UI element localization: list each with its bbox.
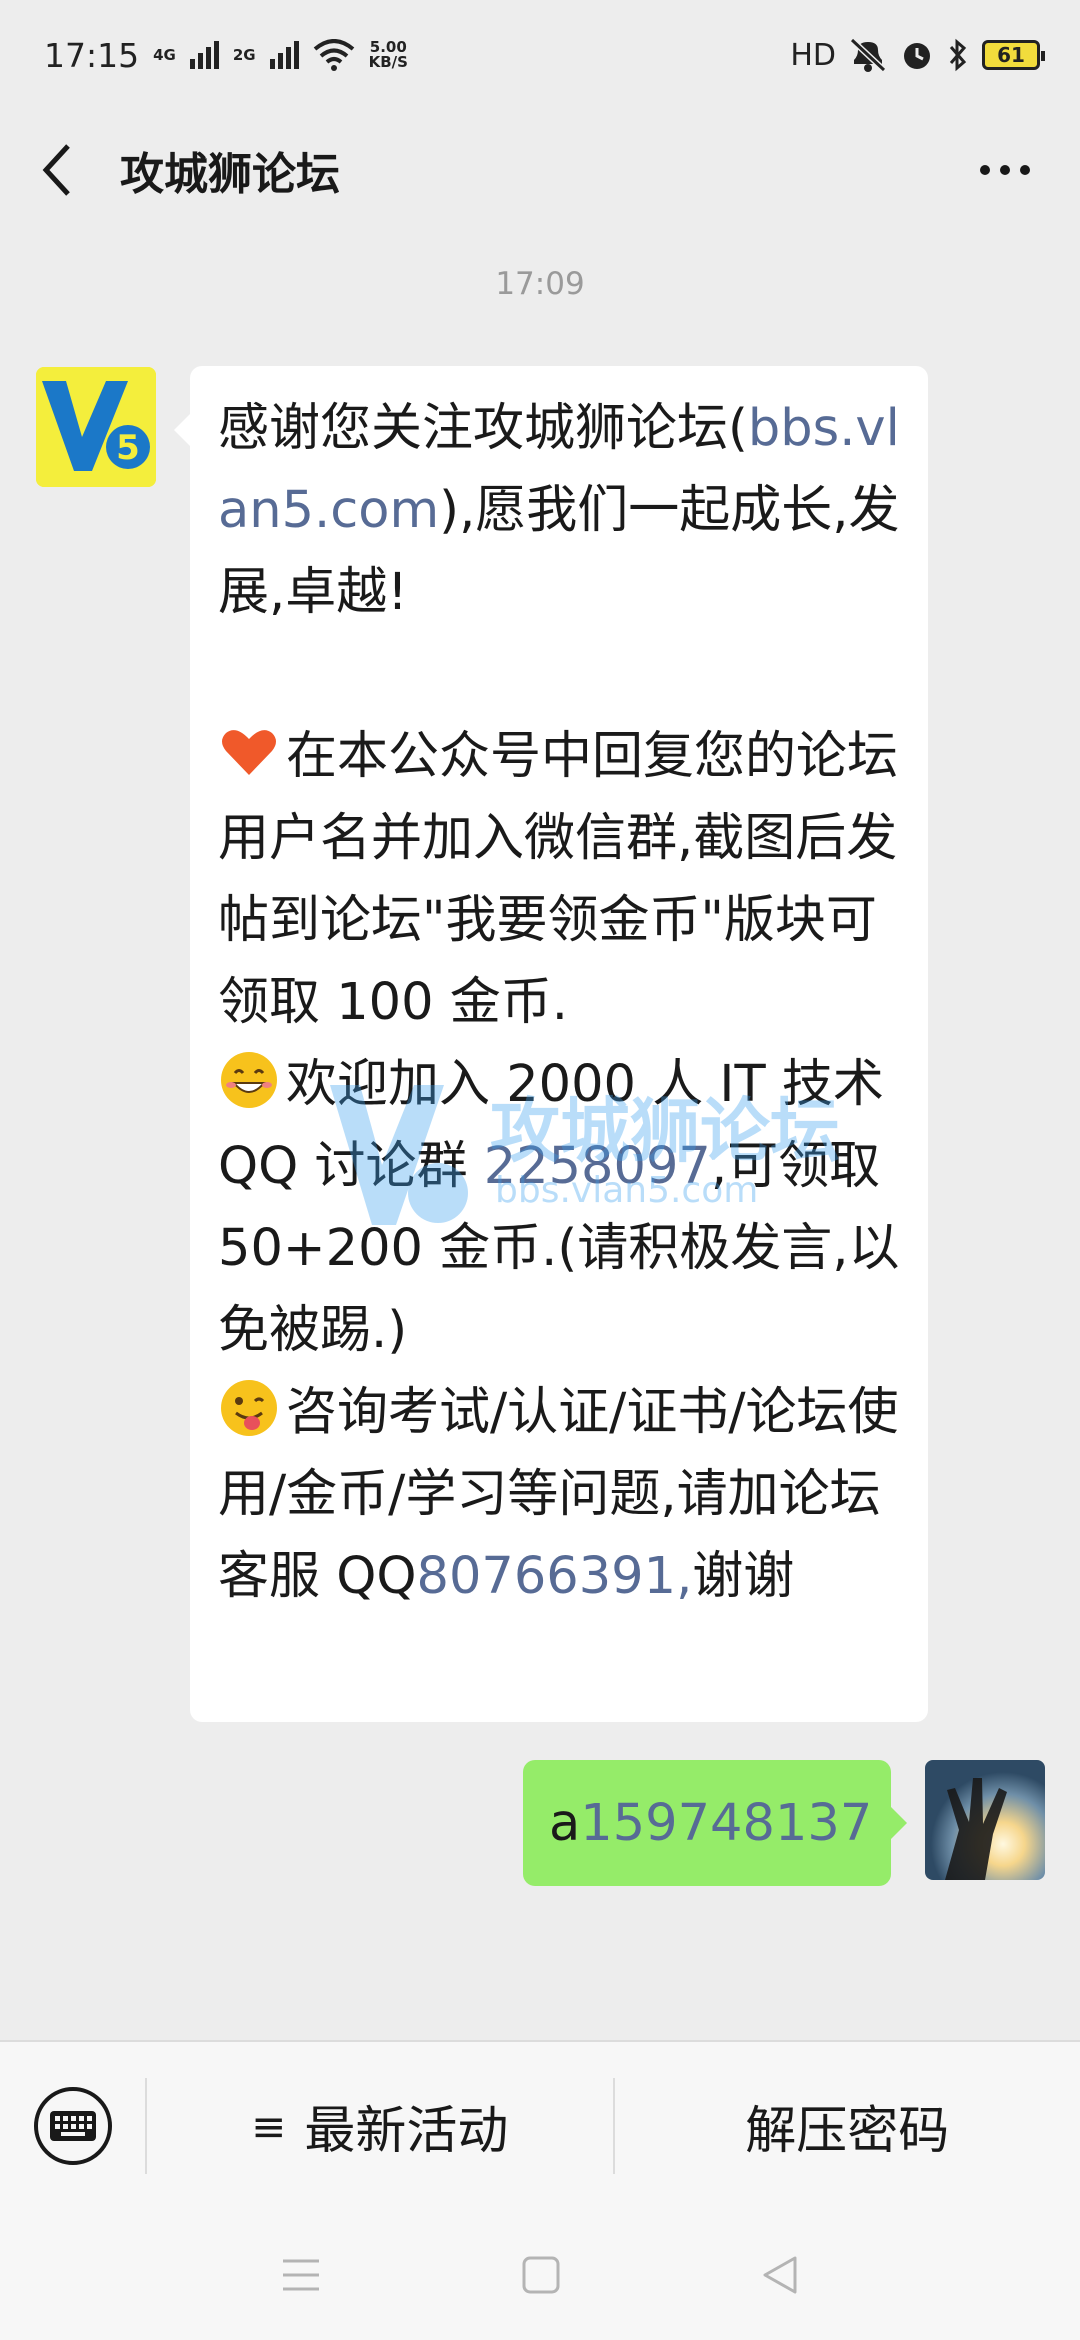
net-4g-label: 4G bbox=[153, 45, 176, 64]
status-bar: 17:15 4G 2G 5.00 KB/S HD 61 bbox=[0, 0, 1080, 110]
outgoing-message-bubble[interactable]: a 159748137 bbox=[523, 1760, 907, 1886]
bottom-menu: ≡ 最新活动 解压密码 bbox=[0, 2040, 1080, 2210]
signal-icon-2 bbox=[269, 41, 299, 69]
message-paragraph-2: 在本公众号中回复您的论坛用户名并加入微信群,截图后发帖到论坛"我要领金币"版块可… bbox=[218, 716, 902, 1044]
home-nav-icon[interactable] bbox=[522, 2256, 560, 2294]
nav-bar: 攻城狮论坛 bbox=[0, 110, 1080, 230]
hand-photo-icon bbox=[925, 1760, 1045, 1880]
menu-item-unzip-password[interactable]: 解压密码 bbox=[615, 2041, 1080, 2211]
outgoing-text-prefix: a bbox=[549, 1793, 581, 1853]
signal-icon bbox=[189, 41, 219, 69]
battery-icon: 61 bbox=[982, 40, 1045, 70]
menu-item-label: 最新活动 bbox=[304, 2102, 509, 2161]
qq-group-link[interactable]: 2258097 bbox=[484, 1137, 711, 1196]
menu-nav-icon[interactable] bbox=[281, 2257, 321, 2293]
message-paragraph-1: 感谢您关注攻城狮论坛(bbs.vlan5.com),愿我们一起成长,发展,卓越! bbox=[218, 388, 902, 634]
v5-logo-icon: 5 bbox=[36, 367, 156, 487]
incoming-message-bubble[interactable]: 感谢您关注攻城狮论坛(bbs.vlan5.com),愿我们一起成长,发展,卓越!… bbox=[174, 366, 928, 1722]
menu-item-label: 解压密码 bbox=[745, 2102, 950, 2161]
grinning-emoji-icon bbox=[221, 1052, 277, 1108]
back-arrow-icon[interactable] bbox=[40, 140, 80, 200]
official-account-avatar[interactable]: 5 bbox=[36, 367, 156, 487]
keyboard-icon bbox=[33, 2087, 112, 2165]
wifi-icon bbox=[313, 39, 354, 71]
mute-icon bbox=[850, 38, 886, 72]
status-time: 17:15 bbox=[44, 35, 140, 75]
back-nav-icon[interactable] bbox=[761, 2255, 799, 2295]
message-paragraph-4: 咨询考试/认证/证书/论坛使用/金币/学习等问题,请加论坛客服 QQ807663… bbox=[218, 1372, 902, 1618]
message-timestamp: 17:09 bbox=[495, 266, 585, 302]
message-text: 在本公众号中回复您的论坛用户名并加入微信群,截图后发帖到论坛"我要领金币"版块可… bbox=[218, 727, 899, 1032]
message-text: 谢谢 bbox=[692, 1547, 795, 1606]
outgoing-number-link[interactable]: 159748137 bbox=[580, 1794, 872, 1853]
net-2g-label: 2G bbox=[232, 45, 256, 64]
svg-text:5: 5 bbox=[116, 428, 140, 468]
winking-tongue-emoji-icon bbox=[221, 1380, 277, 1436]
status-left: 17:15 4G 2G 5.00 KB/S bbox=[44, 36, 408, 75]
net-speed-unit: KB/S bbox=[368, 53, 408, 71]
page-title: 攻城狮论坛 bbox=[120, 149, 340, 200]
keyboard-toggle-button[interactable] bbox=[0, 2041, 145, 2211]
qq-service-link[interactable]: 80766391, bbox=[417, 1547, 693, 1606]
message-paragraph-3: 欢迎加入 2000 人 IT 技术 QQ 讨论群 2258097,可领取 50+… bbox=[218, 1044, 902, 1372]
message-text: 感谢您关注攻城狮论坛( bbox=[218, 399, 748, 458]
nav-left: 攻城狮论坛 bbox=[40, 138, 340, 202]
menu-item-latest-activities[interactable]: ≡ 最新活动 bbox=[147, 2041, 613, 2211]
system-nav-bar bbox=[0, 2210, 1080, 2340]
submenu-icon: ≡ bbox=[251, 2101, 287, 2151]
hd-label: HD bbox=[790, 37, 836, 73]
user-avatar[interactable] bbox=[925, 1760, 1045, 1880]
heart-emoji-icon bbox=[222, 730, 276, 775]
more-options-icon[interactable] bbox=[970, 155, 1040, 185]
net-speed: 5.00 KB/S bbox=[369, 40, 408, 70]
bluetooth-icon bbox=[949, 38, 967, 72]
battery-level: 61 bbox=[997, 43, 1025, 67]
status-right: HD 61 bbox=[790, 37, 1045, 73]
alarm-icon bbox=[904, 43, 930, 69]
